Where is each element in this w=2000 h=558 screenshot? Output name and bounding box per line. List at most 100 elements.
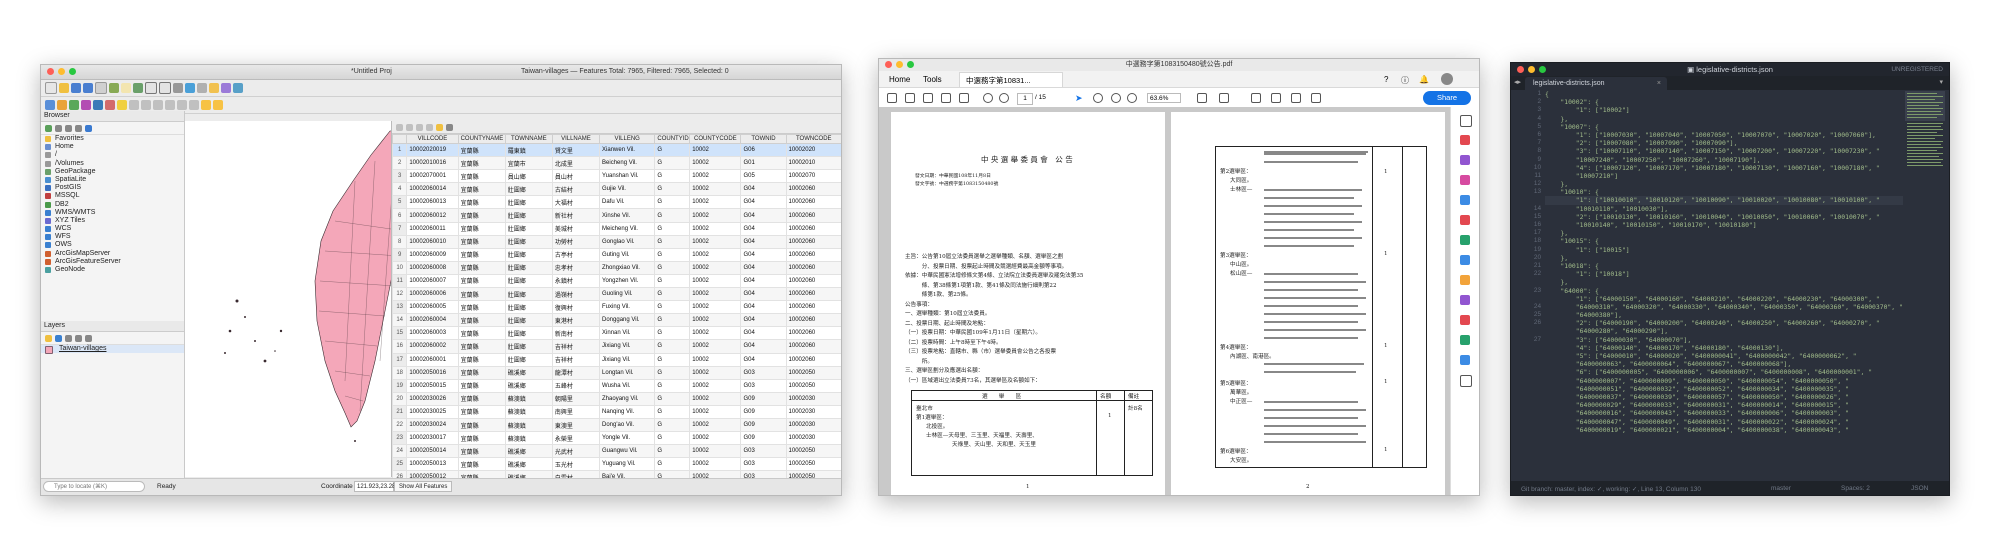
redo-icon[interactable] xyxy=(189,100,199,110)
filter-browser-icon[interactable] xyxy=(65,124,72,132)
row-number[interactable]: 25 xyxy=(391,457,408,472)
add-selected-layers-icon[interactable] xyxy=(55,124,62,132)
code-line[interactable]: "3": ["64000030", "64000070"], xyxy=(1545,336,1903,344)
new-file-icon[interactable] xyxy=(887,93,897,103)
table-cell[interactable]: 宜蘭市 xyxy=(504,156,553,171)
table-cell[interactable]: 東澳里 xyxy=(551,417,601,433)
add-raster-layer-icon[interactable] xyxy=(57,100,67,110)
table-cell[interactable]: 10002010016 xyxy=(406,156,459,171)
table-cell[interactable]: G04 xyxy=(740,182,787,197)
table-cell[interactable]: G03 xyxy=(740,444,787,459)
table-cell[interactable]: 10002060007 xyxy=(406,273,459,289)
row-number[interactable]: 9 xyxy=(391,247,408,262)
more-tools-icon[interactable] xyxy=(1460,375,1472,387)
row-number[interactable]: 13 xyxy=(391,300,408,315)
table-cell[interactable]: Jixiang Vil. xyxy=(599,339,656,354)
table-cell[interactable]: 員山村 xyxy=(551,169,601,184)
column-header[interactable]: VILLNAME xyxy=(551,134,601,144)
label-tool-icon[interactable] xyxy=(201,100,211,110)
code-line[interactable]: "10007": { xyxy=(1545,123,1903,131)
table-cell[interactable]: G xyxy=(654,339,691,354)
protect-icon[interactable] xyxy=(1460,315,1470,325)
table-cell[interactable]: 南興里 xyxy=(551,404,601,419)
row-number[interactable]: 1 xyxy=(391,142,408,158)
table-cell[interactable]: G04 xyxy=(740,195,787,210)
table-cell[interactable]: 10002060 xyxy=(785,273,841,289)
table-cell[interactable]: G xyxy=(654,417,691,433)
table-cell[interactable]: G xyxy=(654,142,691,158)
code-line[interactable]: "10010140", "10010150", "10010170", "100… xyxy=(1545,221,1903,229)
table-row[interactable]: 17 10002060001 宜蘭縣 壯圍鄉 吉祥村 Jixiang Vil. G 10002… xyxy=(391,352,841,367)
table-cell[interactable]: 10002050 xyxy=(785,378,841,393)
create-pdf-icon[interactable] xyxy=(1460,135,1470,145)
table-cell[interactable]: 北成里 xyxy=(551,156,601,171)
table-cell[interactable]: G xyxy=(654,300,691,315)
row-number[interactable]: 21 xyxy=(391,404,408,419)
table-cell[interactable]: 宜蘭縣 xyxy=(457,247,506,262)
code-line[interactable]: "6400000051", "6400000032", "6400000052"… xyxy=(1545,385,1903,393)
row-number[interactable]: 3 xyxy=(391,169,408,184)
table-cell[interactable]: G04 xyxy=(740,273,787,289)
table-cell[interactable]: 10002010 xyxy=(785,156,841,171)
print-production-icon[interactable] xyxy=(1460,335,1470,345)
home-tab[interactable]: Home xyxy=(889,75,910,84)
table-cell[interactable]: 10002 xyxy=(689,208,742,223)
table-row[interactable]: 2 10002010016 宜蘭縣 宜蘭市 北成里 Beicheng Vil. G 10002… xyxy=(391,156,841,171)
table-cell[interactable]: 10002060014 xyxy=(406,182,459,197)
table-cell[interactable]: 朝陽里 xyxy=(551,391,601,406)
row-number[interactable]: 23 xyxy=(391,431,408,446)
table-cell[interactable]: 永鎮村 xyxy=(551,273,601,289)
select-cursor-icon[interactable]: ➤ xyxy=(1075,93,1085,103)
table-cell[interactable]: 東港村 xyxy=(551,313,601,328)
table-cell[interactable]: 宜蘭縣 xyxy=(457,326,506,341)
hand-tool-icon[interactable] xyxy=(1093,93,1103,103)
table-cell[interactable]: 10002060010 xyxy=(406,234,459,249)
bookmark-icon[interactable] xyxy=(221,83,231,93)
code-line[interactable]: }, xyxy=(1545,278,1903,286)
table-cell[interactable]: 10002 xyxy=(689,391,742,406)
table-cell[interactable]: 10002060 xyxy=(785,260,841,275)
table-cell[interactable]: G04 xyxy=(740,352,787,367)
stamp-icon[interactable] xyxy=(1311,93,1321,103)
table-row[interactable]: 4 10002060014 宜蘭縣 壯圍鄉 古結村 Gujie Vil. G 10002 G04… xyxy=(391,182,841,197)
table-cell[interactable]: Yuanshan Vil. xyxy=(599,169,656,184)
table-cell[interactable]: 10002030 xyxy=(785,431,841,446)
table-cell[interactable]: Nanqing Vil. xyxy=(599,404,656,419)
table-cell[interactable]: 10002 xyxy=(689,195,742,210)
table-cell[interactable]: 10002060004 xyxy=(406,313,459,328)
table-cell[interactable]: G xyxy=(654,431,691,446)
print-layout-icon[interactable] xyxy=(95,82,107,94)
browser-item[interactable]: / xyxy=(41,151,184,159)
table-cell[interactable]: 10002060013 xyxy=(406,195,459,210)
code-line[interactable]: "10007240", "10007250", "10007260", "100… xyxy=(1545,156,1903,164)
table-cell[interactable]: 壯圍鄉 xyxy=(504,221,553,236)
table-cell[interactable]: 10002060 xyxy=(785,313,841,328)
table-cell[interactable]: 10002060 xyxy=(785,300,841,315)
request-signature-icon[interactable] xyxy=(1460,275,1470,285)
edit-toolbar-icon[interactable] xyxy=(129,100,139,110)
table-cell[interactable]: 10002 xyxy=(689,457,742,472)
row-number[interactable]: 12 xyxy=(391,287,408,302)
fill-sign-icon[interactable] xyxy=(1460,295,1470,305)
table-cell[interactable]: 蘇澳鎮 xyxy=(504,404,553,419)
browser-item[interactable]: PostGIS xyxy=(41,184,184,192)
locator-search-input[interactable]: Type to locate (⌘K) xyxy=(43,481,145,492)
table-cell[interactable]: 壯圍鄉 xyxy=(504,234,553,249)
code-line[interactable]: "4": ["64000140", "64000170", "64000180"… xyxy=(1545,344,1903,352)
zoom-search-icon[interactable] xyxy=(1460,115,1472,127)
code-line[interactable]: "10010110", "10010030"], xyxy=(1545,205,1903,213)
table-cell[interactable]: 10002050 xyxy=(785,365,841,380)
table-cell[interactable]: 宜蘭縣 xyxy=(457,142,506,158)
table-cell[interactable]: G04 xyxy=(740,221,787,236)
table-row[interactable]: 3 10002070001 宜蘭縣 員山鄉 員山村 Yuanshan Vil. G 10002… xyxy=(391,169,841,184)
table-cell[interactable]: 10002 xyxy=(689,431,742,446)
code-line[interactable]: "64000": { xyxy=(1545,287,1903,295)
table-cell[interactable]: 宜蘭縣 xyxy=(457,444,506,459)
table-cell[interactable]: G03 xyxy=(740,457,787,472)
table-cell[interactable]: 10002060002 xyxy=(406,339,459,354)
row-number[interactable]: 24 xyxy=(391,444,408,459)
table-cell[interactable]: G09 xyxy=(740,431,787,446)
table-cell[interactable]: 宜蘭縣 xyxy=(457,431,506,446)
table-cell[interactable]: Wusha Vil. xyxy=(599,378,656,393)
toggle-editing-icon[interactable] xyxy=(396,123,403,131)
